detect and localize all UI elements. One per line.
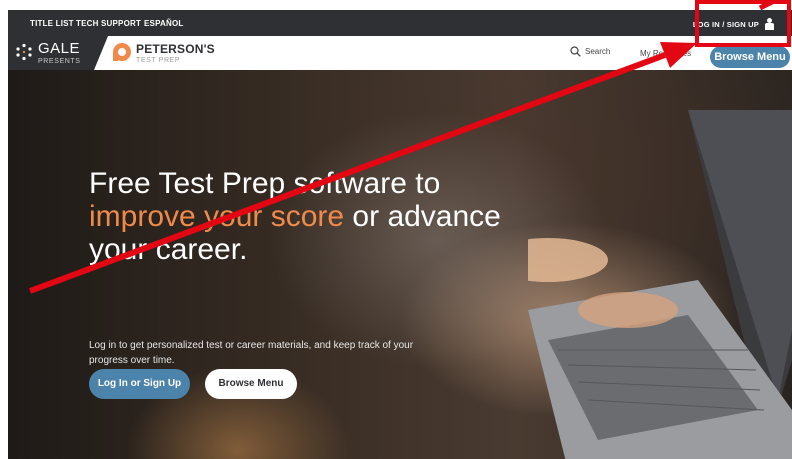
hero-subtext: Log in to get personalized test or caree… [89,340,414,366]
hero-headline: Free Test Prep software to improve your … [89,167,509,266]
petersons-subtitle: TEST PREP [136,57,181,64]
user-icon [765,18,774,30]
browse-menu-nav-button[interactable]: Browse Menu [710,46,790,68]
tech-support-link[interactable]: TECH SUPPORT [76,19,141,28]
headline-text-1: Free Test Prep software to [89,167,441,201]
brand-bar: GALE PRESENTS PETERSON'S TEST PREP Searc… [8,36,792,70]
title-list-link[interactable]: TITLE LIST [30,19,74,28]
hero-section: Free Test Prep software to improve your … [8,70,792,459]
search-label: Search [585,47,611,56]
login-signup-link[interactable]: LOG IN / SIGN UP [693,18,774,30]
browse-menu-button[interactable]: Browse Menu [205,369,297,399]
gale-logo[interactable]: GALE PRESENTS [8,36,108,70]
gale-dots-icon [16,43,32,61]
search-icon [570,46,581,57]
search-link[interactable]: Search [570,46,610,57]
petersons-wordmark[interactable]: PETERSON'S [136,42,215,56]
hero-content: Free Test Prep software to improve your … [8,70,792,459]
headline-accent: improve your score [89,200,345,234]
login-signup-label: LOG IN / SIGN UP [692,19,759,29]
utility-bar: TITLE LIST TECH SUPPORT ESPAÑOL LOG IN /… [8,10,792,36]
login-signup-button[interactable]: Log In or Sign Up [89,369,190,399]
gale-subtitle: PRESENTS [38,58,81,65]
espanol-link[interactable]: ESPAÑOL [144,19,183,28]
my-resources-link[interactable]: My Resources [640,49,691,58]
petersons-logo-icon [113,43,131,61]
top-strip [0,0,792,10]
gale-wordmark: GALE [38,40,81,57]
